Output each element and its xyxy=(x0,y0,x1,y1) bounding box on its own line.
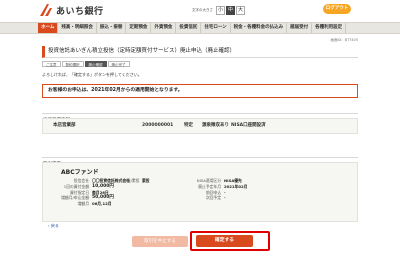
detail-value: 06月,12月 xyxy=(92,201,112,207)
nav-item-foreign-deposit[interactable]: 外貨預金 xyxy=(151,23,177,33)
font-size-medium-button[interactable]: 中 xyxy=(226,6,235,15)
page-title-bar: 投資信託あいぎん積立投信（定時定額買付サービス）廃止申込（廃止確認） xyxy=(42,46,358,58)
font-size-switcher: 文字の大きさ 小 中 大 xyxy=(192,6,246,15)
instruction-text: よろしければ、「確定する」ボタンを押してください。 xyxy=(42,72,142,77)
cancel-button-label: 取引を中止する xyxy=(144,239,176,244)
logout-button[interactable]: ログアウト xyxy=(323,4,351,14)
page-title: 投資信託あいぎん積立投信（定時定額買付サービス）廃止申込（廃止確認） xyxy=(48,48,236,54)
account-branch: 本店営業部 xyxy=(53,123,76,128)
detail-value: 累投 xyxy=(142,178,150,183)
nav-item-transfer[interactable]: 振込・振替 xyxy=(97,23,127,33)
step-confirm: 廃止確認 xyxy=(84,61,107,67)
bank-logo-icon xyxy=(38,3,54,17)
nav-item-balance[interactable]: 残高・明細照会 xyxy=(58,23,97,33)
detail-label: 増額月 xyxy=(77,201,89,207)
fund-name: ABCファンド xyxy=(61,169,99,176)
step-complete: 廃止完了 xyxy=(107,61,130,67)
trade-details-box: ABCファンド 投信会社 〇〇投資信託株式会社 1回の買付金額 10,000円 買付… xyxy=(42,162,358,222)
trade-details-right: NISA適用区分 NISA優先 廃止予定年月 2021年02月 前回申込 - 次回予定… xyxy=(193,178,248,201)
logo[interactable]: あいち銀行 xyxy=(38,3,104,17)
account-section-heading: 投信口座情報 xyxy=(42,106,358,123)
header: あいち銀行 文字の大きさ 小 中 大 ログアウト xyxy=(0,0,400,22)
font-size-small-button[interactable]: 小 xyxy=(216,6,225,15)
screen-id: 画面ID：BTT405 xyxy=(330,38,358,42)
global-nav: ホーム 残高・明細照会 振込・振替 定期預金 外貨預金 投資信託 住宅ローン 税… xyxy=(0,22,400,34)
account-nisa-status: NISA口座開設済 xyxy=(231,123,266,128)
nav-item-housing-loan[interactable]: 住宅ローン xyxy=(201,23,231,33)
font-size-large-button[interactable]: 大 xyxy=(236,6,245,15)
detail-label: 次回予定 xyxy=(205,195,221,201)
page: あいち銀行 文字の大きさ 小 中 大 ログアウト ホーム 残高・明細照会 振込・… xyxy=(0,0,400,272)
nav-item-home[interactable]: ホーム xyxy=(38,23,59,33)
detail-value: - xyxy=(224,195,226,201)
logo-text: あいち銀行 xyxy=(56,6,104,17)
nav-item-investment-trust[interactable]: 投資信託 xyxy=(176,23,202,33)
confirm-button-label: 確定する xyxy=(214,238,235,243)
step-notice: ご注意 xyxy=(42,61,61,67)
detail-row: 増額月 06月,12月 xyxy=(57,201,130,207)
account-number: 2000000001 xyxy=(142,123,174,128)
trade-details-left: 投信会社 〇〇投資信託株式会社 1回の買付金額 10,000円 買付指定日 毎月26日… xyxy=(57,178,130,207)
detail-row: 一般/累投 累投 xyxy=(123,178,150,184)
font-size-label: 文字の大きさ xyxy=(192,8,213,12)
account-kind: 特定 xyxy=(184,123,193,128)
step-select: 契約選択 xyxy=(61,61,84,67)
nav-item-notifications[interactable]: 諸届受付 xyxy=(287,23,313,33)
detail-row: 次回予定 - xyxy=(193,195,247,201)
back-link-label: 戻る xyxy=(50,223,59,228)
notice-box: お客様のお申込は、2021年02月からの適用開始となります。 xyxy=(42,84,358,98)
confirm-button[interactable]: 確定する xyxy=(196,235,253,247)
detail-label: 一般/累投 xyxy=(123,178,140,183)
trade-details-middle: 一般/累投 累投 xyxy=(123,178,150,184)
back-link[interactable]: ‹ 戻る xyxy=(48,223,59,229)
step-indicator: ご注意 契約選択 廃止確認 廃止完了 xyxy=(42,61,131,67)
notice-text: お客様のお申込は、2021年02月からの適用開始となります。 xyxy=(48,88,183,93)
account-withholding: 源泉徴収あり xyxy=(202,123,229,128)
account-info-box: 本店営業部 2000000001 特定 源泉徴収あり NISA口座開設済 xyxy=(42,118,358,134)
trade-section-heading: 取引内容 xyxy=(42,150,358,167)
nav-item-time-deposit[interactable]: 定期預金 xyxy=(126,23,152,33)
nav-item-tax-payment[interactable]: 税金・各種料金の払込み xyxy=(231,23,288,33)
cancel-transaction-button[interactable]: 取引を中止する xyxy=(132,236,188,247)
nav-item-settings[interactable]: 各種利用設定 xyxy=(312,23,347,33)
